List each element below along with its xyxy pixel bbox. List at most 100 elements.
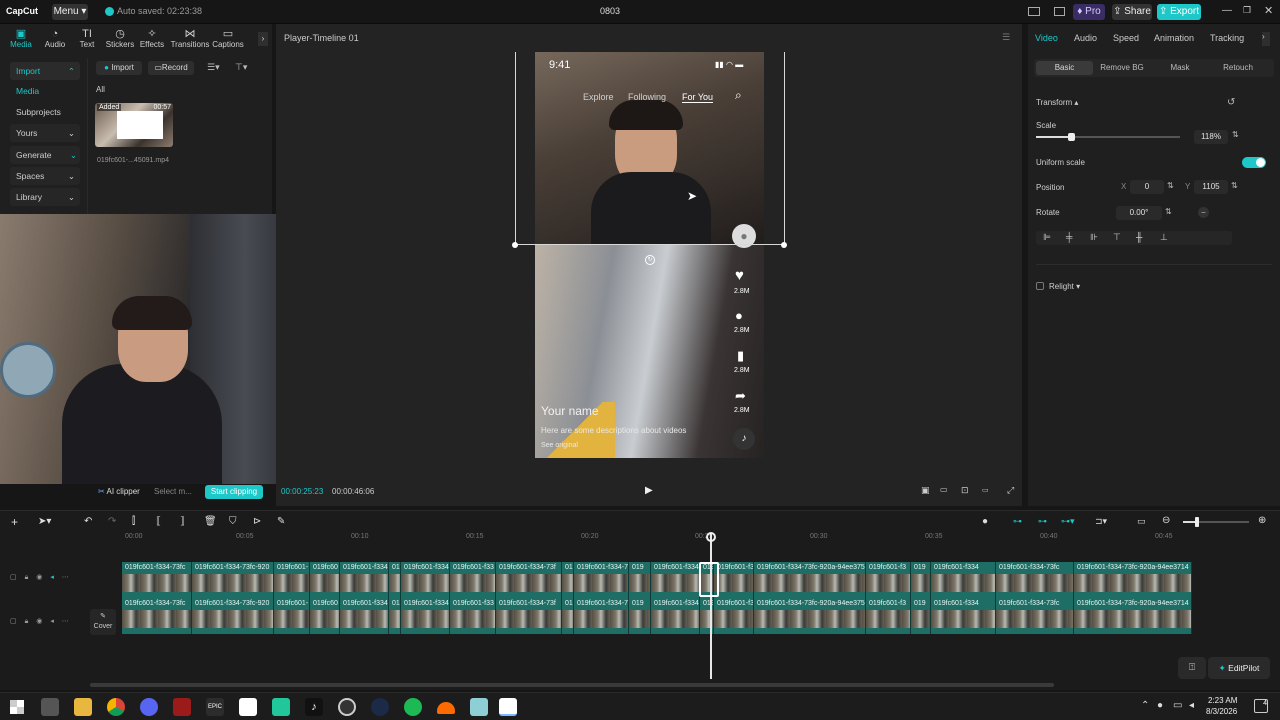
eye-icon[interactable]: ◉ [36,618,42,625]
preview-icon[interactable]: ⊐▾ [1095,516,1107,527]
capcut-icon[interactable] [239,698,257,716]
timeline-clip[interactable]: 01 [389,562,401,598]
timeline-clip[interactable]: 019fc601-f334-73fc-920a-94ee3714 [1074,562,1192,598]
timeline-clip[interactable]: 019fc60 [310,598,340,634]
panels-icon[interactable] [1054,7,1065,16]
notification-icon[interactable]: 4 [1254,699,1268,713]
add-track-icon[interactable]: + [11,515,18,529]
timeline-clip[interactable]: 019fc601-f334-73fc [122,562,192,598]
tab-captions[interactable]: ▭ Captions [211,28,245,49]
side-item-generate[interactable]: Generate ⌄ [10,146,80,164]
timeline-clip[interactable]: 019fc601-f334-73fc-920a-94ee3714 [1074,598,1192,634]
scale-value[interactable]: 118% [1194,130,1228,144]
timeline-clip[interactable]: 019 [629,598,651,634]
magic-icon[interactable]: ✎ [277,516,285,527]
tab-audio-props[interactable]: Audio [1074,33,1097,43]
timeline-clip[interactable]: 019fc601-f334-73f [496,562,562,598]
voicemeeter-icon[interactable] [173,698,191,716]
align-middle-icon[interactable]: ╫ [1136,232,1142,242]
filter-icon[interactable]: ⊤▾ [235,62,247,73]
import-button[interactable]: ● Import [96,61,142,75]
snap-icon[interactable]: ⊶▾ [1061,516,1075,527]
timeline-clip[interactable]: 01 [562,598,574,634]
layout-icon[interactable] [1028,7,1040,16]
clock-time[interactable]: 2:23 AM [1208,696,1237,705]
tray-chevron-icon[interactable]: ⌃ [1141,700,1149,711]
close-icon[interactable]: ✕ [1264,4,1273,17]
audio-toggle-icon[interactable]: ◂ [50,574,54,581]
timeline-clip[interactable]: 019fc601-f334 [340,562,389,598]
zoom-in-icon[interactable]: ⊕ [1258,515,1266,526]
track-more-icon[interactable]: ⋯ [62,618,69,625]
mic-icon[interactable]: ● [982,516,988,527]
timeline-clip[interactable]: 019fc601-f3 [714,562,754,598]
editpilot-button[interactable]: ✦ EditPilot [1208,657,1270,679]
side-item-subprojects[interactable]: Subprojects [10,103,80,121]
x-stepper-icon[interactable]: ⇅ [1167,181,1174,190]
subtab-retouch[interactable]: Retouch [1210,61,1266,75]
select-tool-icon[interactable]: ➤▾ [38,516,51,527]
fit-icon[interactable]: ▭ [940,485,948,494]
side-item-spaces[interactable]: Spaces ⌄ [10,167,80,185]
fullscreen-icon[interactable]: ⤢ [1007,485,1014,496]
timeline-clip[interactable]: 019 [629,562,651,598]
timeline-clip[interactable]: 019fc601-f3 [866,562,911,598]
tab-video[interactable]: Video [1035,33,1058,43]
timeline-clip[interactable]: 01 [562,562,574,598]
selected-clip-outline[interactable] [699,562,719,597]
tab-text[interactable]: TI Text [70,28,104,49]
epic-games-icon[interactable]: EPIC [206,698,224,716]
notepad-icon[interactable] [470,698,488,716]
tab-transitions[interactable]: ⋈ Transitions [170,28,210,49]
timeline-clip[interactable]: 019fc601-f334-73fc-920a-94ee375 [754,598,866,634]
side-item-yours[interactable]: Yours ⌄ [10,124,80,142]
app-green-icon[interactable] [272,698,290,716]
timeline-clip[interactable]: 019fc601-f334 [931,598,996,634]
windows-start-icon[interactable] [10,700,24,714]
obs-icon[interactable] [338,698,356,716]
menu-button[interactable]: Menu ▾ [52,4,88,20]
file-explorer-icon[interactable] [74,698,92,716]
resize-handle-right[interactable] [781,242,787,248]
steam-icon[interactable] [371,698,389,716]
feedback-button[interactable]: ⍐ [1178,657,1206,679]
side-item-library[interactable]: Library ⌄ [10,188,80,206]
timeline-clip[interactable]: 019fc601-f334-7 [574,598,629,634]
position-y-input[interactable]: 1105 [1194,180,1228,194]
timeline-clip[interactable]: 019fc601- [274,562,310,598]
selection-box[interactable] [515,52,785,245]
timeline-clip[interactable]: 019fc601-f334 [651,562,700,598]
tab-animation[interactable]: Animation [1154,33,1194,43]
timeline-scrollbar[interactable] [90,683,1054,687]
redo-icon[interactable]: ↷ [108,516,116,527]
uniform-scale-toggle[interactable] [1242,157,1266,168]
tab-media[interactable]: ▣ Media [4,28,38,49]
subtab-mask[interactable]: Mask [1152,61,1208,75]
network-icon[interactable]: ▭ [1173,700,1182,711]
tiktok-app-icon[interactable]: ♪ [305,698,323,716]
quality-icon[interactable]: ▣ [921,485,930,496]
timeline-clip[interactable]: 019fc601- [274,598,310,634]
resize-handle-left[interactable] [512,242,518,248]
timeline-clip[interactable]: 019 [911,598,931,634]
ratio-icon[interactable]: ▭ [982,486,989,494]
track-checkbox-icon[interactable]: ▢ [10,574,17,581]
timeline-clip[interactable]: 019fc601-f33 [450,562,496,598]
align-top-icon[interactable]: ⊤ [1113,232,1121,243]
props-more-icon[interactable]: › [1262,32,1270,46]
shield-icon[interactable]: ⛉ [229,516,237,527]
side-item-import[interactable]: Import ⌃ [10,62,80,80]
capcut-active-icon[interactable] [499,698,517,716]
magnet-icon[interactable]: ⊶ [1038,516,1047,527]
y-stepper-icon[interactable]: ⇅ [1231,181,1238,190]
subtab-remove-bg[interactable]: Remove BG [1094,61,1150,75]
clip-select-dropdown[interactable]: Select m... [154,487,192,496]
cover-button[interactable]: ✎ Cover [90,609,116,635]
transform-header[interactable]: Transform ▴ [1036,98,1078,107]
relight-label[interactable]: Relight ▾ [1049,282,1080,291]
eye-icon[interactable]: ◉ [36,574,42,581]
caption-icon[interactable]: ▭ [1137,516,1146,527]
delete-icon[interactable]: 🗑 [204,516,217,527]
align-center-icon[interactable]: ╪ [1066,232,1072,242]
align-left-icon[interactable]: ⊫ [1043,232,1051,243]
